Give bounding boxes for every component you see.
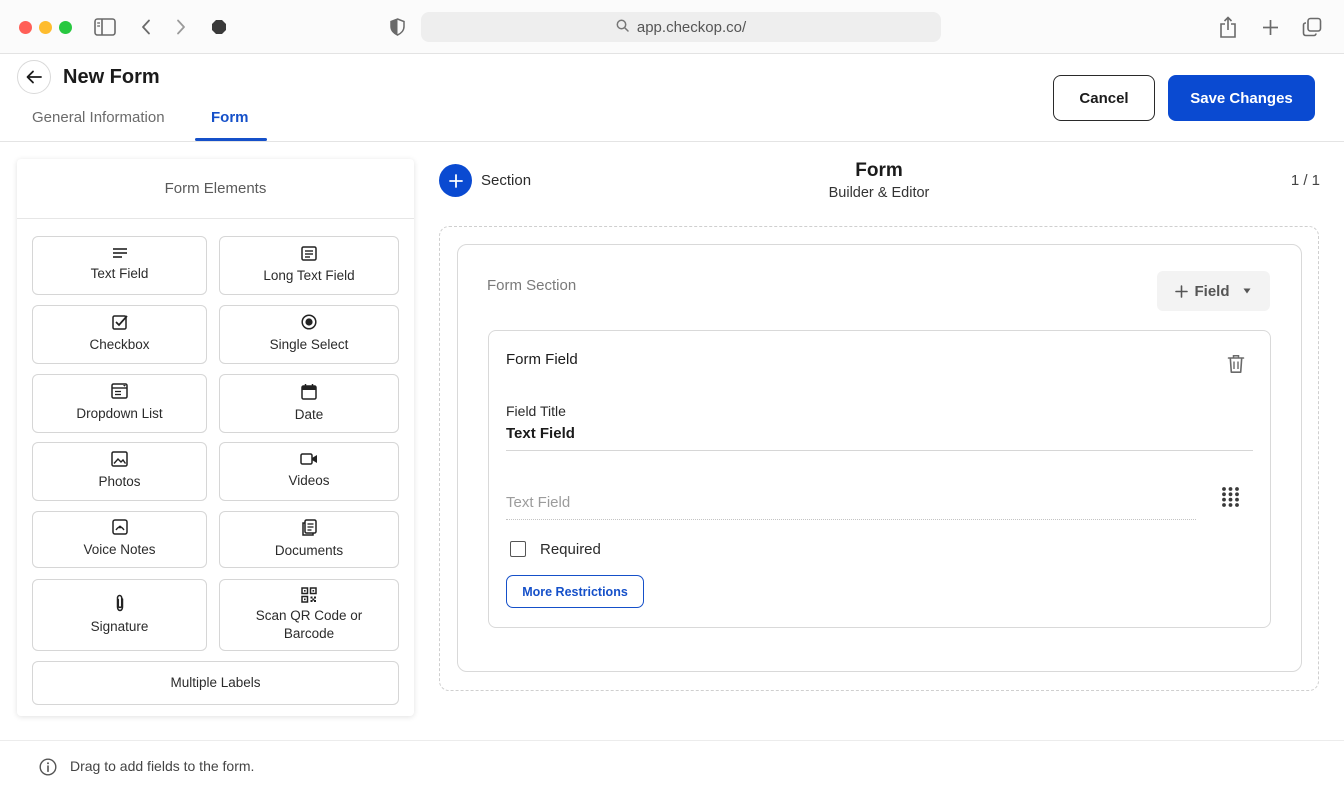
element-scan-qr-code[interactable]: Scan QR Code or Barcode bbox=[219, 579, 399, 651]
element-voice-notes[interactable]: Voice Notes bbox=[32, 511, 207, 568]
browser-toolbar: app.checkop.co/ bbox=[0, 0, 1344, 54]
footer-divider bbox=[0, 740, 1344, 741]
forward-nav-icon[interactable] bbox=[173, 17, 189, 37]
field-preview-input[interactable]: Text Field bbox=[506, 494, 570, 511]
builder-subtitle: Builder & Editor bbox=[828, 185, 930, 201]
document-icon bbox=[302, 519, 317, 536]
address-bar[interactable]: app.checkop.co/ bbox=[421, 12, 941, 42]
required-checkbox[interactable] bbox=[510, 541, 526, 557]
radio-icon bbox=[301, 314, 317, 330]
add-field-button[interactable]: Field bbox=[1157, 271, 1270, 311]
page-title: New Form bbox=[63, 66, 160, 88]
trash-icon bbox=[1227, 355, 1245, 373]
text-lines-icon bbox=[112, 248, 127, 259]
element-label: Multiple Labels bbox=[170, 674, 261, 690]
element-dropdown-list[interactable]: Dropdown List bbox=[32, 374, 207, 433]
form-section-label: Form Section bbox=[487, 277, 577, 294]
element-date[interactable]: Date bbox=[219, 374, 399, 433]
url-text: app.checkop.co/ bbox=[636, 18, 747, 36]
arrow-left-icon bbox=[26, 70, 42, 84]
delete-field-button[interactable] bbox=[1227, 354, 1247, 376]
required-label: Required bbox=[540, 541, 601, 558]
back-button[interactable] bbox=[17, 60, 51, 94]
privacy-shield-icon[interactable] bbox=[388, 17, 406, 37]
search-icon bbox=[616, 19, 629, 36]
add-section-label[interactable]: Section bbox=[481, 172, 531, 189]
image-icon bbox=[111, 451, 128, 468]
element-label: Dropdown List bbox=[76, 406, 163, 422]
qr-code-icon bbox=[301, 587, 317, 603]
voice-note-icon bbox=[111, 519, 128, 536]
element-text-field[interactable]: Text Field bbox=[32, 236, 207, 295]
checkbox-icon bbox=[111, 315, 128, 331]
element-photos[interactable]: Photos bbox=[32, 442, 207, 501]
dropdown-list-icon bbox=[110, 383, 128, 400]
form-field-heading: Form Field bbox=[506, 351, 578, 368]
header-divider bbox=[0, 141, 1344, 142]
element-label: Videos bbox=[288, 473, 330, 489]
tab-overview-icon[interactable] bbox=[1301, 16, 1323, 38]
zoom-window-button[interactable] bbox=[59, 21, 72, 34]
builder-title: Form bbox=[855, 160, 903, 181]
field-title-label: Field Title bbox=[506, 403, 566, 419]
element-videos[interactable]: Videos bbox=[219, 442, 399, 501]
element-label: Photos bbox=[98, 474, 141, 490]
paperclip-icon bbox=[116, 594, 123, 612]
element-label: Signature bbox=[90, 618, 149, 634]
element-label: Checkbox bbox=[89, 337, 150, 353]
element-single-select[interactable]: Single Select bbox=[219, 305, 399, 364]
tab-general-information[interactable]: General Information bbox=[32, 109, 165, 126]
extension-icon[interactable] bbox=[210, 18, 228, 36]
cancel-button[interactable]: Cancel bbox=[1053, 75, 1155, 121]
plus-icon bbox=[1175, 284, 1189, 298]
element-multiple-labels[interactable]: Multiple Labels bbox=[32, 661, 399, 705]
calendar-icon bbox=[301, 383, 317, 400]
add-section-button[interactable] bbox=[439, 164, 472, 197]
close-window-button[interactable] bbox=[19, 21, 32, 34]
video-camera-icon bbox=[300, 453, 317, 466]
drag-handle-icon[interactable] bbox=[1221, 486, 1240, 508]
save-changes-button[interactable]: Save Changes bbox=[1168, 75, 1315, 121]
add-field-label: Field bbox=[1194, 282, 1230, 300]
tab-form[interactable]: Form bbox=[211, 109, 249, 126]
drag-hint-text: Drag to add fields to the form. bbox=[70, 758, 255, 774]
element-label: Text Field bbox=[90, 266, 149, 282]
field-title-underline bbox=[506, 450, 1253, 451]
form-elements-title: Form Elements bbox=[17, 159, 414, 219]
element-label: Date bbox=[294, 406, 324, 422]
field-preview-underline bbox=[506, 519, 1196, 520]
sidebar-toggle-icon[interactable] bbox=[94, 17, 116, 37]
share-icon[interactable] bbox=[1218, 15, 1238, 39]
plus-icon bbox=[448, 173, 463, 188]
long-text-icon bbox=[301, 246, 317, 261]
element-signature[interactable]: Signature bbox=[32, 579, 207, 651]
info-icon bbox=[39, 758, 57, 776]
element-documents[interactable]: Documents bbox=[219, 511, 399, 568]
element-label: Documents bbox=[274, 542, 344, 558]
element-label: Scan QR Code or Barcode bbox=[255, 607, 363, 641]
caret-down-icon bbox=[1243, 288, 1250, 294]
back-nav-icon[interactable] bbox=[138, 17, 154, 37]
minimize-window-button[interactable] bbox=[39, 21, 52, 34]
element-label: Long Text Field bbox=[263, 267, 355, 283]
page-indicator: 1 / 1 bbox=[1290, 172, 1320, 189]
element-long-text-field[interactable]: Long Text Field bbox=[219, 236, 399, 295]
more-restrictions-button[interactable]: More Restrictions bbox=[506, 575, 644, 608]
new-tab-icon[interactable] bbox=[1260, 17, 1280, 37]
element-checkbox[interactable]: Checkbox bbox=[32, 305, 207, 364]
element-label: Voice Notes bbox=[83, 542, 156, 558]
field-title-input[interactable]: Text Field bbox=[506, 425, 575, 442]
element-label: Single Select bbox=[269, 337, 349, 353]
